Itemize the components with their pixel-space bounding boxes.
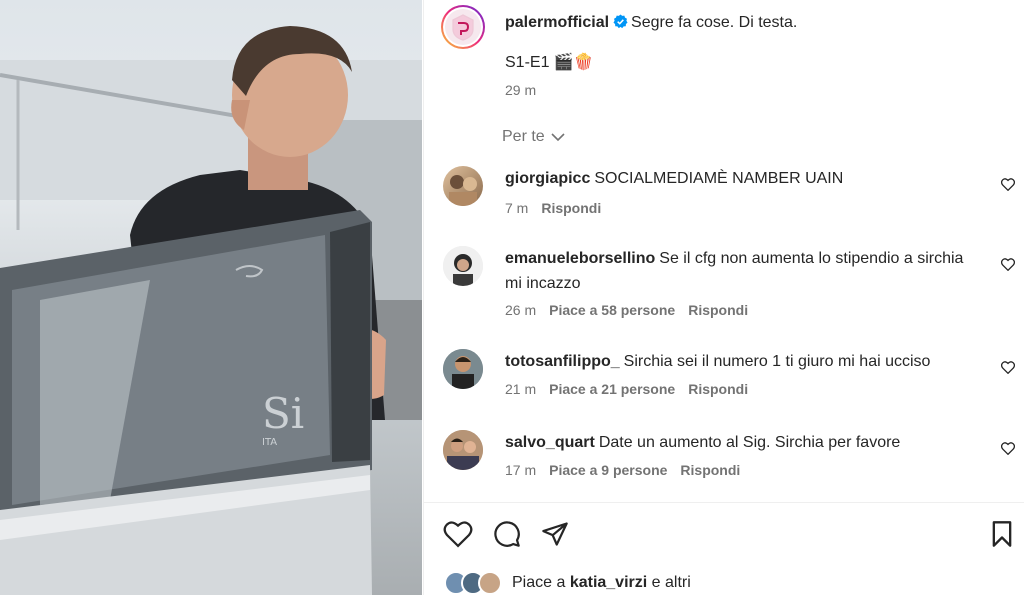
heart-icon [1000, 178, 1016, 192]
comment-body: salvo_quart Date un aumento al Sig. Sirch… [505, 430, 965, 455]
comment-text: SOCIALMEDIAMÈ NAMBER UAIN [594, 170, 844, 187]
comment-meta: 17 m Piace a 9 persone Rispondi [505, 462, 753, 478]
comment-likes-count[interactable]: Piace a 58 persone [549, 302, 675, 318]
comment-reply-button[interactable]: Rispondi [688, 302, 748, 318]
likes-suffix: e altri [647, 574, 691, 591]
chevron-down-icon [551, 133, 565, 142]
author-avatar[interactable] [441, 5, 485, 49]
comment-body: totosanfilippo_ Sirchia sei il numero 1 t… [505, 349, 965, 374]
comment-item: giorgiapicc SOCIALMEDIAMÈ NAMBER UAIN 7 m… [443, 166, 1023, 226]
palermo-logo-icon [445, 9, 481, 45]
comment-bubble-icon [494, 521, 520, 547]
paper-plane-icon [542, 522, 568, 546]
comment-likes-count[interactable]: Piace a 21 persone [549, 381, 675, 397]
comment-avatar[interactable] [443, 246, 483, 286]
comment-meta: 7 m Rispondi [505, 200, 614, 216]
comment-username[interactable]: salvo_quart [505, 434, 595, 451]
media-watermark-sub: ITA [262, 437, 277, 448]
post-action-bar [424, 516, 1024, 556]
heart-icon [1000, 361, 1016, 375]
comment-like-button[interactable] [1000, 442, 1016, 460]
post-media[interactable]: Si ITA [0, 0, 422, 595]
like-button[interactable] [443, 520, 473, 553]
likers-avatars [444, 571, 502, 595]
comment-avatar[interactable] [443, 349, 483, 389]
comment-meta: 21 m Piace a 21 persone Rispondi [505, 381, 761, 397]
comment-meta: 26 m Piace a 58 persone Rispondi [505, 302, 761, 318]
likes-summary[interactable]: Piace a katia_virzi e altri [444, 570, 691, 595]
comment-body: giorgiapicc SOCIALMEDIAMÈ NAMBER UAIN [505, 166, 965, 191]
likes-featured-user[interactable]: katia_virzi [570, 574, 647, 591]
save-button[interactable] [990, 520, 1014, 553]
media-watermark: Si [262, 389, 304, 438]
comment-reply-button[interactable]: Rispondi [680, 462, 740, 478]
comment-time[interactable]: 17 m [505, 462, 536, 478]
comment-username[interactable]: totosanfilippo_ [505, 353, 620, 370]
comment-body: emanueleborsellino Se il cfg non aumenta … [505, 246, 965, 296]
comment-time[interactable]: 21 m [505, 381, 536, 397]
comment-avatar[interactable] [443, 430, 483, 470]
comment-username[interactable]: emanueleborsellino [505, 250, 655, 267]
caption-row: palermofficial Segre fa cose. Di testa. [441, 5, 1021, 49]
comments-filter-label: Per te [502, 128, 545, 145]
comment-text: Sirchia sei il numero 1 ti giuro mi hai … [623, 353, 931, 370]
heart-icon [1000, 258, 1016, 272]
verified-badge-icon [613, 14, 628, 36]
comment-time[interactable]: 7 m [505, 200, 528, 216]
comment-item: totosanfilippo_ Sirchia sei il numero 1 t… [443, 349, 1023, 409]
author-username[interactable]: palermofficial [505, 14, 609, 31]
comment-reply-button[interactable]: Rispondi [541, 200, 601, 216]
heart-icon [1000, 442, 1016, 456]
comment-likes-count[interactable]: Piace a 9 persone [549, 462, 667, 478]
likes-prefix: Piace a [512, 574, 570, 591]
heart-icon [443, 521, 473, 548]
comment-username[interactable]: giorgiapicc [505, 170, 590, 187]
comment-text: Date un aumento al Sig. Sirchia per favo… [598, 434, 901, 451]
likes-text: Piace a katia_virzi e altri [512, 574, 691, 592]
share-button[interactable] [541, 520, 569, 553]
caption-episode: S1-E1 🎬🍿 [505, 54, 594, 71]
comment-avatar[interactable] [443, 166, 483, 206]
liker-avatar [478, 571, 502, 595]
comment-item: emanueleborsellino Se il cfg non aumenta … [443, 246, 1023, 326]
actions-divider [424, 502, 1024, 503]
comment-like-button[interactable] [1000, 178, 1016, 196]
caption-timestamp[interactable]: 29 m [505, 82, 536, 98]
comment-like-button[interactable] [1000, 258, 1016, 276]
comment-time[interactable]: 26 m [505, 302, 536, 318]
post-details-panel: palermofficial Segre fa cose. Di testa. S… [423, 0, 1024, 595]
comment-button[interactable] [493, 520, 521, 553]
comment-like-button[interactable] [1000, 361, 1016, 379]
bookmark-icon [992, 521, 1012, 547]
comments-filter-dropdown[interactable]: Per te [502, 128, 565, 146]
post-photo: Si ITA [0, 26, 422, 595]
comment-item: salvo_quart Date un aumento al Sig. Sirch… [443, 430, 1023, 490]
caption-body: Segre fa cose. Di testa. [631, 14, 798, 31]
comment-reply-button[interactable]: Rispondi [688, 381, 748, 397]
caption-text: palermofficial Segre fa cose. Di testa. [505, 12, 797, 36]
